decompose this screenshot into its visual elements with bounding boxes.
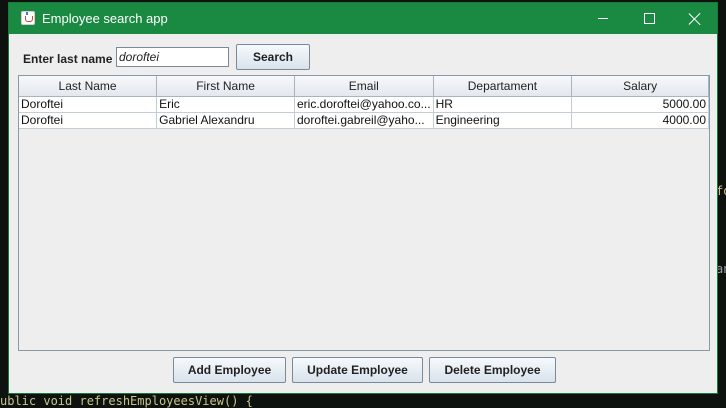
last-name-input[interactable] <box>116 47 229 67</box>
cell-department[interactable]: HR <box>433 96 573 113</box>
update-employee-button[interactable]: Update Employee <box>292 357 423 383</box>
table-header-row: Last Name First Name Email Departament S… <box>19 76 709 97</box>
background-code-line: ublic void refreshEmployeesView() { <box>0 394 253 408</box>
minimize-icon <box>598 18 608 19</box>
cell-last-name[interactable]: Doroftei <box>19 112 158 129</box>
cell-last-name[interactable]: Doroftei <box>19 96 158 113</box>
add-employee-button[interactable]: Add Employee <box>173 357 286 383</box>
column-header-salary[interactable]: Salary <box>571 76 709 97</box>
table-row[interactable]: Doroftei Gabriel Alexandru doroftei.gabr… <box>19 112 709 129</box>
column-header-email[interactable]: Email <box>294 76 434 97</box>
cell-first-name[interactable]: Gabriel Alexandru <box>156 112 295 129</box>
java-cup-icon <box>21 11 35 25</box>
last-name-label: Enter last name <box>23 52 113 66</box>
column-header-department[interactable]: Departament <box>433 76 573 97</box>
minimize-button[interactable] <box>580 3 626 34</box>
delete-employee-button[interactable]: Delete Employee <box>429 357 556 383</box>
cell-email[interactable]: doroftei.gabreil@yaho... <box>294 112 434 129</box>
cell-department[interactable]: Engineering <box>433 112 573 129</box>
close-icon <box>689 13 701 25</box>
cell-salary[interactable]: 4000.00 <box>571 112 709 129</box>
cell-salary[interactable]: 5000.00 <box>571 96 709 113</box>
column-header-first-name[interactable]: First Name <box>156 76 295 97</box>
search-button[interactable]: Search <box>236 44 310 70</box>
window-title: Employee search app <box>42 11 168 26</box>
cell-email[interactable]: eric.doroftei@yahoo.co... <box>294 96 434 113</box>
app-window: Employee search app Enter last name Sear… <box>8 2 718 394</box>
maximize-icon <box>643 13 655 24</box>
column-header-last-name[interactable]: Last Name <box>19 76 158 97</box>
cell-first-name[interactable]: Eric <box>156 96 295 113</box>
employee-table[interactable]: Last Name First Name Email Departament S… <box>18 75 710 351</box>
close-button[interactable] <box>672 3 718 34</box>
table-row[interactable]: Doroftei Eric eric.doroftei@yahoo.co... … <box>19 96 709 113</box>
maximize-button[interactable] <box>626 3 672 34</box>
title-bar[interactable]: Employee search app <box>9 3 717 34</box>
